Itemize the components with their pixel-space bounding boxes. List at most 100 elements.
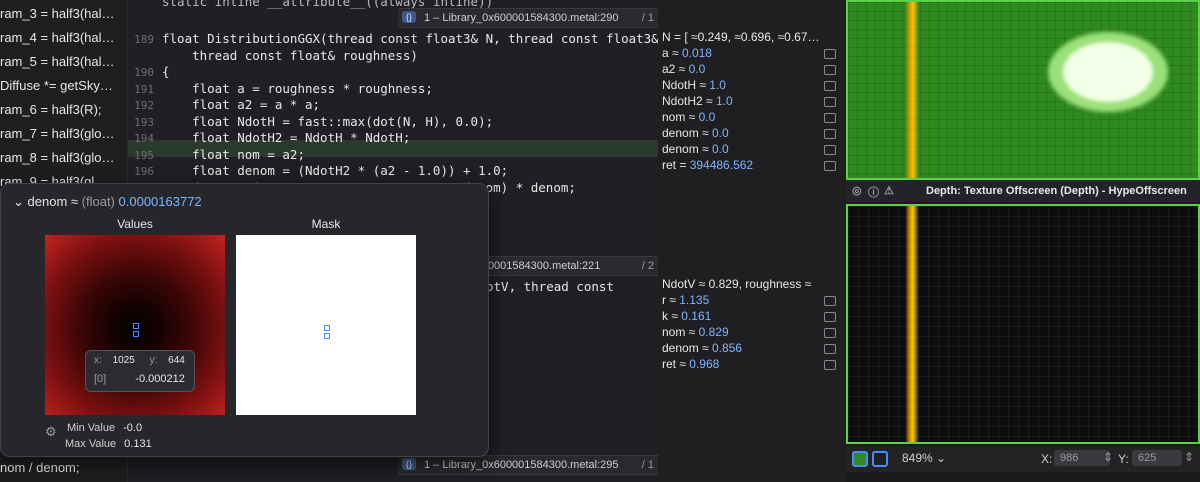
- mask-title: Mask: [311, 217, 341, 231]
- value-row: nom ≈ 0.829: [662, 325, 729, 339]
- line-number: 194: [134, 132, 154, 145]
- var-type: (float): [81, 194, 115, 209]
- preview-icon[interactable]: [824, 97, 836, 107]
- line-number: 190: [134, 66, 154, 79]
- zoom-dropdown[interactable]: 849% ⌄: [902, 451, 946, 465]
- preview-icon[interactable]: [824, 113, 836, 123]
- var-value: 0.0000163772: [118, 194, 202, 209]
- y-field[interactable]: 625: [1132, 450, 1182, 466]
- chevron-down-icon[interactable]: ⌄: [13, 194, 24, 209]
- variable-line: ram_6 = half3(R);: [0, 102, 102, 117]
- color-channel-button[interactable]: [852, 451, 868, 467]
- variable-line: ram_4 = half3(hal…: [0, 30, 115, 45]
- orange-stripe: [906, 206, 918, 442]
- value-row: a ≈ 0.018: [662, 46, 712, 60]
- line-number: 196: [134, 165, 154, 178]
- x-stepper-icon[interactable]: ⇕: [1103, 450, 1113, 464]
- variable-line: ram_5 = half3(hal…: [0, 54, 115, 69]
- preview-icon[interactable]: [824, 296, 836, 306]
- tooltip-x: 1025: [112, 355, 135, 366]
- code-line: float a2 = a * a;: [162, 97, 321, 112]
- depth-channel-button[interactable]: [872, 451, 888, 467]
- gear-icon[interactable]: ⚙: [45, 424, 57, 440]
- braces-icon: {}: [402, 11, 416, 23]
- max-value: 0.131: [124, 438, 152, 450]
- braces-icon: {}: [402, 458, 416, 470]
- line-number: 193: [134, 115, 154, 129]
- value-row: N = [ ≈0.249, ≈0.696, ≈0.67…: [662, 30, 820, 44]
- value-row: nom ≈ 0.0: [662, 110, 716, 124]
- file-name: 1 – Library_0x600001584300.metal:290: [424, 12, 619, 24]
- line-number: 191: [134, 82, 154, 96]
- code-line: float DistributionGGX(thread const float…: [162, 31, 658, 46]
- code-line: float a = roughness * roughness;: [162, 80, 433, 96]
- preview-icon[interactable]: [824, 49, 836, 59]
- y-label: Y:: [1118, 452, 1129, 466]
- code-line: float denom = (NdotH2 * (a2 - 1.0)) + 1.…: [162, 163, 509, 178]
- var-name: denom ≈: [27, 194, 79, 209]
- line-number: 195: [134, 148, 154, 162]
- depth-texture-view[interactable]: [846, 204, 1200, 444]
- preview-icon[interactable]: [824, 81, 836, 91]
- popover-header: ⌄ denom ≈ (float) 0.0000163772: [13, 194, 202, 210]
- value-row: NdotH2 ≈ 1.0: [662, 94, 733, 108]
- mask-image[interactable]: [236, 235, 416, 415]
- pixel-tooltip: x: 1025 y: 644 [0] -0.000212: [85, 350, 195, 392]
- orange-stripe: [906, 2, 918, 178]
- preview-icon[interactable]: [824, 145, 836, 155]
- file-name: 1 – Library_0x600001584300.metal:295: [424, 459, 619, 471]
- variable-line: ram_8 = half3(glo…: [0, 150, 115, 165]
- warning-icon[interactable]: ⚠: [884, 184, 894, 197]
- preview-icon[interactable]: [824, 161, 836, 171]
- min-value: -0.0: [123, 422, 143, 434]
- file-bar-290[interactable]: {} 1 – Library_0x600001584300.metal:290 …: [398, 8, 658, 28]
- tooltip-index: [0]: [94, 373, 107, 385]
- line-number: 189: [134, 33, 154, 46]
- code-line: {: [162, 64, 170, 79]
- code-line-lower: otV, thread const: [486, 279, 614, 294]
- variable-popover[interactable]: ⌄ denom ≈ (float) 0.0000163772 Values Ma…: [0, 183, 489, 457]
- preview-icon[interactable]: [824, 328, 836, 338]
- preview-icon[interactable]: [824, 360, 836, 370]
- variable-line: nom / denom;: [0, 460, 80, 475]
- value-row: ret = 394486.562: [662, 158, 754, 172]
- eye-icon[interactable]: ◎: [852, 184, 862, 197]
- values-title: Values: [117, 217, 153, 231]
- texture-title-bar: ◎ ⓘ ⚠ Depth: Texture Offscreen (Depth) -…: [846, 180, 1200, 202]
- code-line: float nom = a2;: [162, 146, 305, 162]
- info-icon[interactable]: ⓘ: [868, 184, 879, 200]
- values-column: N = [ ≈0.249, ≈0.696, ≈0.67… a ≈ 0.018 a2 …: [658, 0, 846, 482]
- value-row: NdotV ≈ 0.829, roughness ≈: [662, 277, 812, 291]
- value-row: k ≈ 0.161: [662, 309, 712, 323]
- texture-panel[interactable]: ◎ ⓘ ⚠ Depth: Texture Offscreen (Depth) -…: [846, 0, 1200, 482]
- y-stepper-icon[interactable]: ⇕: [1184, 450, 1194, 464]
- page-count: / 1: [641, 12, 654, 24]
- variable-line: ram_3 = half3(hal…: [0, 6, 115, 21]
- min-value-row: Min Value -0.0: [67, 422, 143, 434]
- color-texture-view[interactable]: [846, 0, 1200, 180]
- preview-icon[interactable]: [824, 344, 836, 354]
- preview-icon[interactable]: [824, 65, 836, 75]
- value-row: ret ≈ 0.968: [662, 357, 720, 371]
- variable-line: ram_7 = half3(glo…: [0, 126, 115, 141]
- value-row: denom ≈ 0.0: [662, 126, 729, 140]
- texture-toolbar: 849% ⌄ X: 986 ⇕ Y: 625 ⇕: [846, 446, 1200, 472]
- texture-title: Depth: Texture Offscreen (Depth) - HypeO…: [926, 185, 1187, 197]
- variable-line: Diffuse *= getSky…: [0, 78, 113, 93]
- x-field[interactable]: 986: [1054, 450, 1110, 466]
- file-bar-295[interactable]: {} 1 – Library_0x600001584300.metal:295 …: [398, 455, 658, 475]
- tooltip-y: 644: [168, 355, 185, 366]
- chevron-down-icon: ⌄: [936, 451, 947, 465]
- code-line: float NdotH = fast::max(dot(N, H), 0.0);: [162, 113, 494, 129]
- value-row: denom ≈ 0.856: [662, 341, 742, 355]
- x-label: X:: [1041, 452, 1053, 466]
- code-line: float NdotH2 = NdotH * NdotH;: [162, 130, 411, 145]
- preview-icon[interactable]: [824, 129, 836, 139]
- value-row: denom ≈ 0.0: [662, 142, 729, 156]
- preview-icon[interactable]: [824, 312, 836, 322]
- page-count: / 1: [641, 459, 654, 471]
- value-row: r ≈ 1.135: [662, 293, 710, 307]
- value-row: NdotH ≈ 1.0: [662, 78, 726, 92]
- value-row: a2 ≈ 0.0: [662, 62, 706, 76]
- code-line: thread const float& roughness): [162, 47, 418, 63]
